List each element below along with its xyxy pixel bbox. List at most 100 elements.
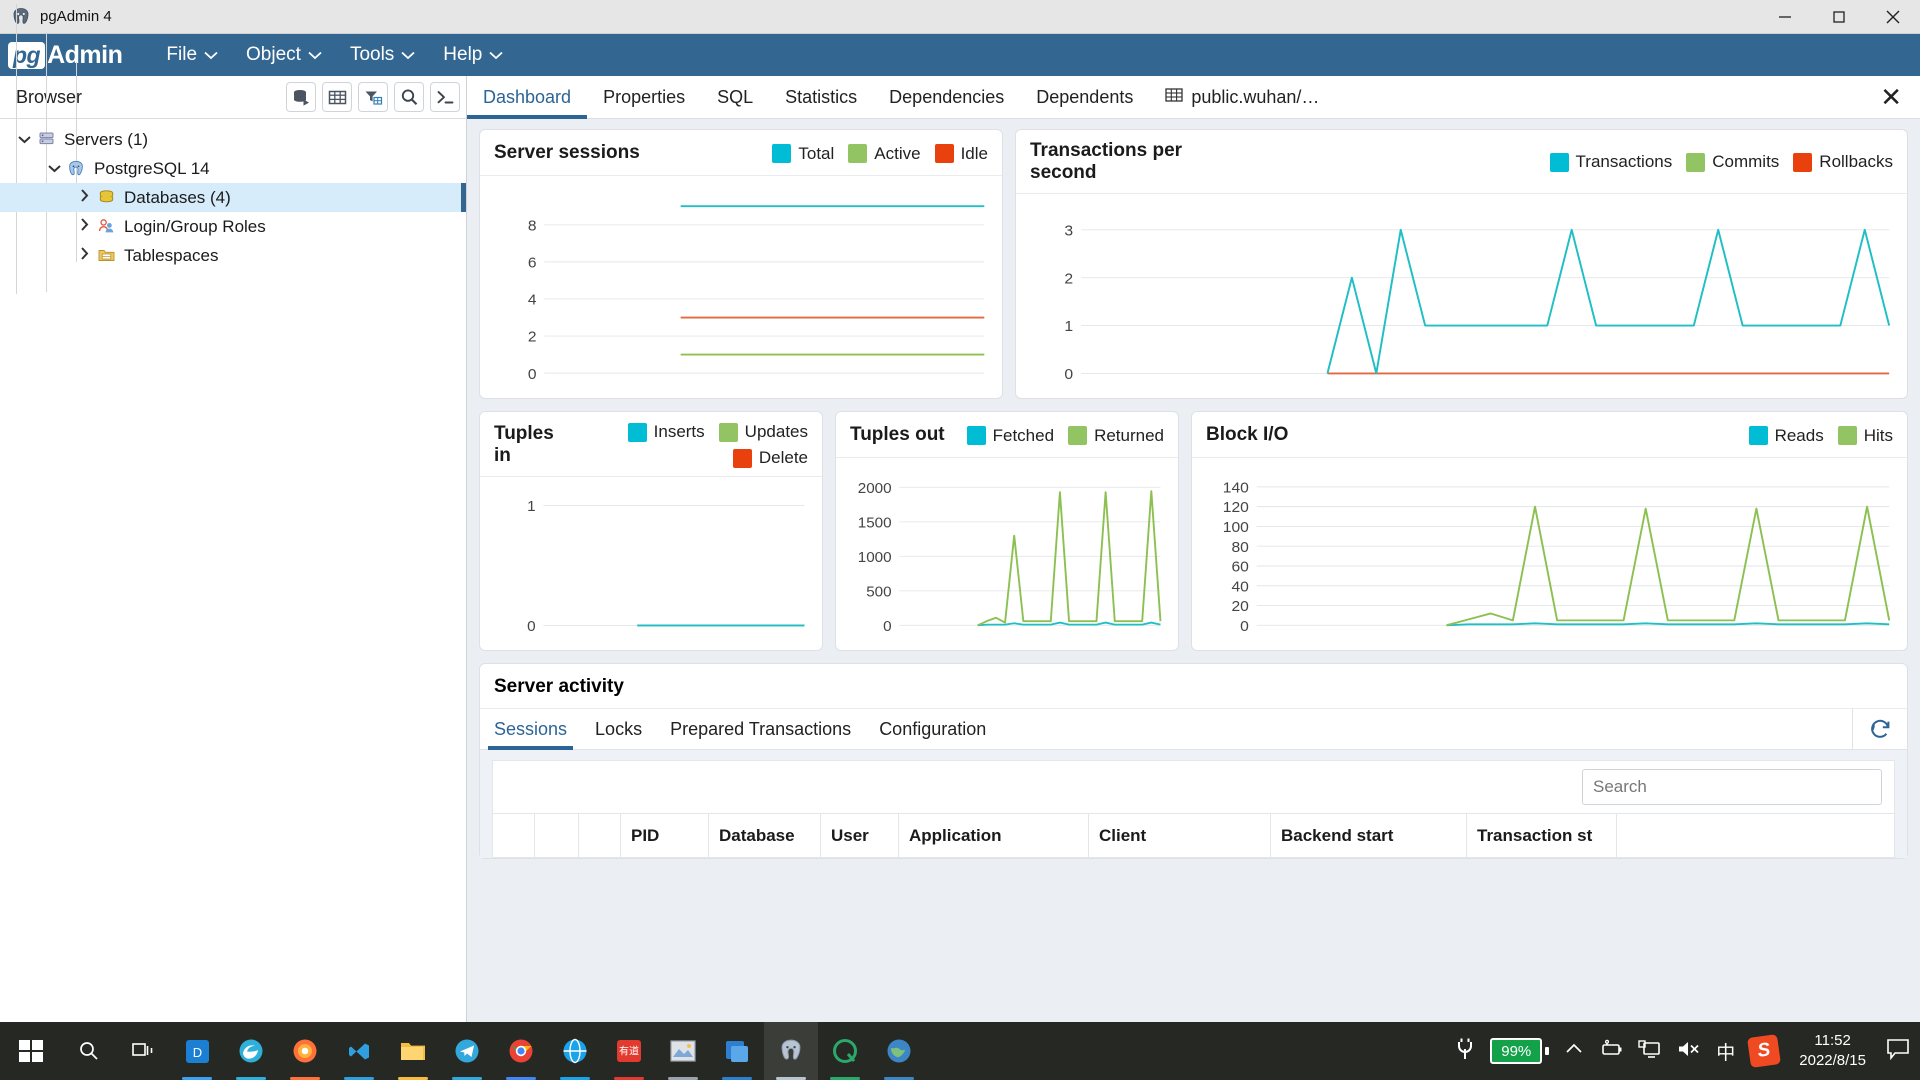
tree-item-tablespaces[interactable]: Tablespaces bbox=[0, 241, 466, 270]
taskbar-app-vs-code-icon[interactable] bbox=[332, 1022, 386, 1080]
task-view-button[interactable] bbox=[116, 1022, 170, 1080]
legend-item-total[interactable]: Total bbox=[772, 144, 834, 164]
grid-column-header-application[interactable]: Application bbox=[899, 814, 1089, 857]
legend-item-inserts[interactable]: Inserts bbox=[627, 422, 705, 442]
taskbar-app-firefox-icon[interactable] bbox=[278, 1022, 332, 1080]
grid-column-header-pid[interactable]: PID bbox=[621, 814, 709, 857]
taskbar-search-button[interactable] bbox=[62, 1022, 116, 1080]
activity-tab-locks[interactable]: Locks bbox=[581, 709, 656, 749]
legend-swatch bbox=[848, 144, 868, 163]
taskbar-app-pgadmin-icon[interactable] bbox=[764, 1022, 818, 1080]
menu-tools[interactable]: Tools bbox=[336, 40, 429, 70]
chevron-right-icon[interactable] bbox=[74, 247, 94, 264]
close-button[interactable] bbox=[1866, 0, 1920, 34]
filtered-rows-icon[interactable] bbox=[358, 82, 388, 112]
legend-label: Active bbox=[874, 143, 921, 163]
grid-column-header[interactable] bbox=[493, 814, 535, 857]
tab-public-wuhan[interactable]: public.wuhan/… bbox=[1149, 76, 1335, 118]
activity-tab-configuration[interactable]: Configuration bbox=[865, 709, 1000, 749]
close-tab-button[interactable]: ✕ bbox=[1862, 76, 1920, 118]
taskbar-app-quest-app-icon[interactable] bbox=[818, 1022, 872, 1080]
ime-indicator[interactable]: 中 bbox=[1716, 1038, 1735, 1065]
tree-item-databases[interactable]: Databases (4) bbox=[0, 183, 466, 212]
legend-item-returned[interactable]: Returned bbox=[1068, 426, 1164, 446]
taskbar-app-youdao-dict-icon[interactable]: 有道 bbox=[602, 1022, 656, 1080]
tab-properties[interactable]: Properties bbox=[587, 76, 701, 118]
chart-legend: Transactions Commits Rollbacks bbox=[1542, 152, 1893, 172]
postgresql-elephant-icon bbox=[10, 6, 32, 28]
taskbar-app-app-window-icon[interactable] bbox=[710, 1022, 764, 1080]
start-button[interactable] bbox=[0, 1038, 62, 1064]
legend-swatch bbox=[1748, 426, 1768, 445]
object-tree[interactable]: Servers (1) PostgreSQL 14 Databases (4) … bbox=[0, 4, 466, 1022]
legend-item-fetched[interactable]: Fetched bbox=[966, 426, 1054, 446]
tree-item-login-group-roles[interactable]: Login/Group Roles bbox=[0, 212, 466, 241]
legend-item-idle[interactable]: Idle bbox=[934, 144, 988, 164]
svg-text:1500: 1500 bbox=[858, 515, 892, 532]
legend-item-transactions[interactable]: Transactions bbox=[1549, 152, 1672, 172]
legend-item-rollbacks[interactable]: Rollbacks bbox=[1793, 152, 1893, 172]
legend-item-commits[interactable]: Commits bbox=[1686, 152, 1779, 172]
grid-column-header-database[interactable]: Database bbox=[709, 814, 821, 857]
menu-object[interactable]: Object bbox=[232, 40, 336, 70]
taskbar-app-jetbrains-icon[interactable]: D bbox=[170, 1022, 224, 1080]
taskbar-app-telegram-icon[interactable] bbox=[440, 1022, 494, 1080]
legend-item-delete[interactable]: Delete bbox=[732, 448, 808, 468]
chevron-down-icon[interactable] bbox=[14, 131, 34, 148]
chevron-down-icon[interactable] bbox=[44, 160, 64, 177]
clock[interactable]: 11:52 2022/8/15 bbox=[1793, 1031, 1872, 1072]
grid-column-header-backend-start[interactable]: Backend start bbox=[1271, 814, 1467, 857]
chevron-right-icon[interactable] bbox=[74, 189, 94, 206]
svg-text:40: 40 bbox=[1231, 579, 1248, 596]
tab-dashboard[interactable]: Dashboard bbox=[467, 76, 588, 119]
activity-tab-sessions[interactable]: Sessions bbox=[480, 709, 581, 750]
taskbar-app-google-chrome-icon[interactable] bbox=[494, 1022, 548, 1080]
taskbar-app-browser-globe-icon[interactable] bbox=[548, 1022, 602, 1080]
view-data-grid-icon[interactable] bbox=[322, 82, 352, 112]
taskbar-app-microsoft-edge-icon[interactable] bbox=[224, 1022, 278, 1080]
svg-text:120: 120 bbox=[1223, 500, 1249, 517]
refresh-icon[interactable] bbox=[1852, 709, 1907, 749]
grid-column-header[interactable] bbox=[535, 814, 579, 857]
network-display-icon[interactable] bbox=[1638, 1039, 1662, 1064]
query-tool-terminal-icon[interactable] bbox=[430, 82, 460, 112]
legend-item-active[interactable]: Active bbox=[848, 143, 921, 164]
menu-file[interactable]: File bbox=[152, 40, 232, 70]
card-header: Tuples in Inserts Updates Delete bbox=[480, 412, 822, 477]
minimize-button[interactable] bbox=[1758, 0, 1812, 34]
notification-bubble-icon[interactable] bbox=[1886, 1038, 1910, 1065]
grid-column-header-user[interactable]: User bbox=[821, 814, 899, 857]
legend-label: Returned bbox=[1094, 425, 1164, 445]
menu-help[interactable]: Help bbox=[429, 40, 517, 70]
battery-tray-icon[interactable] bbox=[1598, 1039, 1624, 1064]
activity-search-input[interactable]: Search bbox=[1582, 769, 1882, 805]
tab-dependents[interactable]: Dependents bbox=[1020, 76, 1149, 118]
taskbar-app-earth-browser-icon[interactable] bbox=[872, 1022, 926, 1080]
tab-dependencies[interactable]: Dependencies bbox=[873, 76, 1020, 118]
legend-item-reads[interactable]: Reads bbox=[1748, 426, 1824, 446]
legend-item-updates[interactable]: Updates bbox=[718, 422, 808, 442]
svg-text:500: 500 bbox=[866, 584, 891, 601]
grid-column-header-client[interactable]: Client bbox=[1089, 814, 1271, 857]
tree-item-servers[interactable]: Servers (1) bbox=[0, 125, 466, 154]
taskbar-app-screenshot-tool-icon[interactable] bbox=[656, 1022, 710, 1080]
grid-column-header-transaction-start[interactable]: Transaction st bbox=[1467, 814, 1617, 857]
legend-label: Hits bbox=[1863, 425, 1893, 445]
power-plug-icon[interactable] bbox=[1454, 1037, 1476, 1066]
taskbar-app-file-explorer-icon[interactable] bbox=[386, 1022, 440, 1080]
object-explorer-icon[interactable] bbox=[286, 82, 316, 112]
chevron-right-icon[interactable] bbox=[74, 218, 94, 235]
content-panel: Dashboard Properties SQL Statistics Depe… bbox=[467, 76, 1920, 1022]
tree-item-postgresql-14[interactable]: PostgreSQL 14 bbox=[0, 154, 466, 183]
sogou-input-icon[interactable]: S bbox=[1747, 1034, 1782, 1068]
activity-tab-prepared-transactions[interactable]: Prepared Transactions bbox=[656, 709, 865, 749]
volume-muted-icon[interactable] bbox=[1676, 1039, 1702, 1064]
tab-sql[interactable]: SQL bbox=[701, 76, 769, 118]
tab-statistics[interactable]: Statistics bbox=[769, 76, 873, 118]
search-objects-icon[interactable] bbox=[394, 82, 424, 112]
battery-indicator[interactable]: 99% bbox=[1490, 1038, 1550, 1064]
maximize-button[interactable] bbox=[1812, 0, 1866, 34]
grid-column-header[interactable] bbox=[579, 814, 621, 857]
legend-item-hits[interactable]: Hits bbox=[1837, 425, 1893, 446]
show-hidden-icons-chevron[interactable] bbox=[1564, 1042, 1584, 1061]
